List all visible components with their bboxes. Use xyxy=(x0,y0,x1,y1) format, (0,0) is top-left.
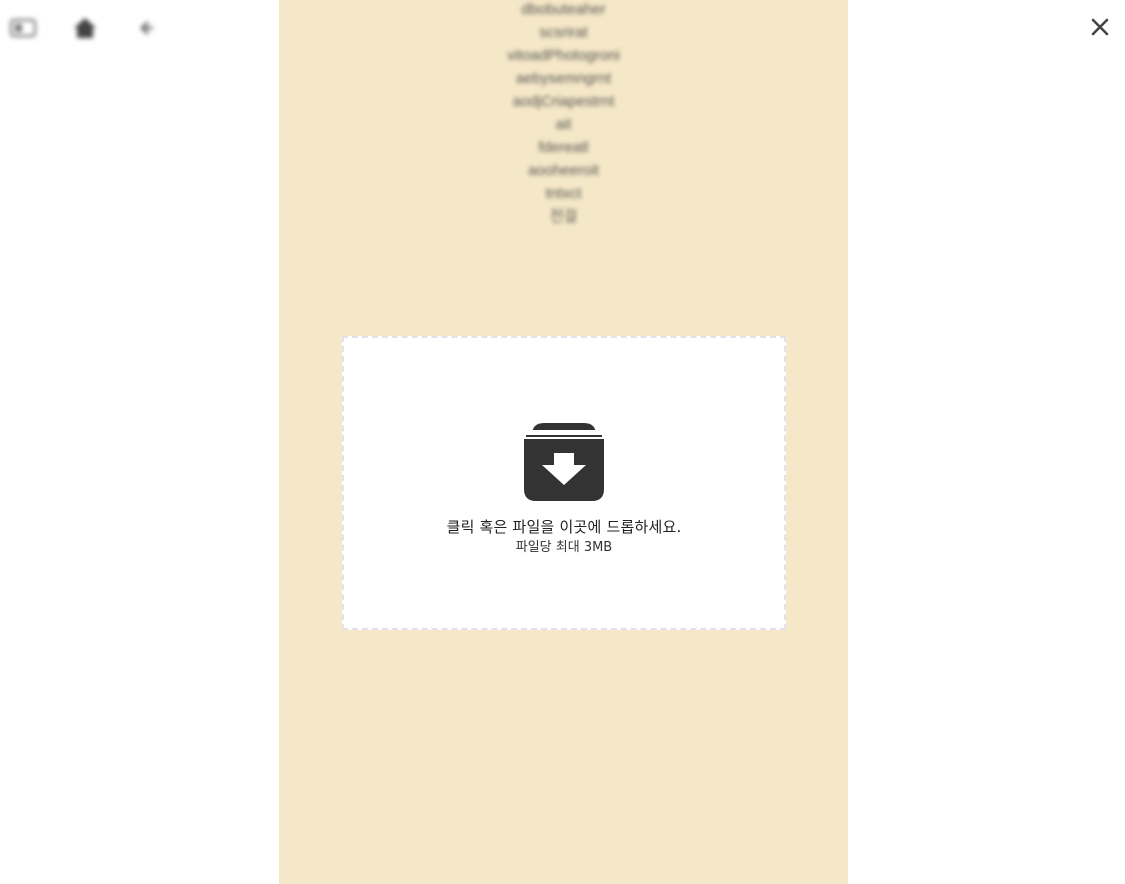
menu-item[interactable]: ait xyxy=(279,113,848,136)
content-column: dbobuteaher scsrirat vitoadPhotogroni ae… xyxy=(279,0,848,884)
close-button[interactable] xyxy=(1083,12,1117,46)
menu-item[interactable]: aooheeroit xyxy=(279,159,848,182)
menu-item[interactable]: vitoadPhotogroni xyxy=(279,44,848,67)
dropzone-size-limit: 파일당 최대 3MB xyxy=(515,540,613,555)
upload-modal-page: dbobuteaher scsrirat vitoadPhotogroni ae… xyxy=(0,0,1125,884)
menu-item[interactable]: scsrirat xyxy=(279,21,848,44)
menu-item[interactable]: aebysemngrnt xyxy=(279,67,848,90)
close-icon xyxy=(1091,18,1109,40)
blurred-toolbar xyxy=(0,0,200,60)
blurred-menu-list: dbobuteaher scsrirat vitoadPhotogroni ae… xyxy=(279,0,848,228)
back-arrow-icon[interactable] xyxy=(136,18,156,38)
archive-download-icon xyxy=(524,421,604,501)
menu-item[interactable]: 전걸 xyxy=(279,205,848,228)
menu-item[interactable]: dbobuteaher xyxy=(279,0,848,21)
menu-item[interactable]: fdereatl xyxy=(279,136,848,159)
menu-item[interactable]: aodjCriapestrnt xyxy=(279,90,848,113)
menu-item[interactable]: tntxct xyxy=(279,182,848,205)
dropzone-message: 클릭 혹은 파일을 이곳에 드롭하세요. xyxy=(446,518,682,536)
menu-icon[interactable] xyxy=(10,18,36,38)
home-icon[interactable] xyxy=(72,16,98,40)
file-dropzone[interactable]: 클릭 혹은 파일을 이곳에 드롭하세요. 파일당 최대 3MB xyxy=(342,336,786,630)
